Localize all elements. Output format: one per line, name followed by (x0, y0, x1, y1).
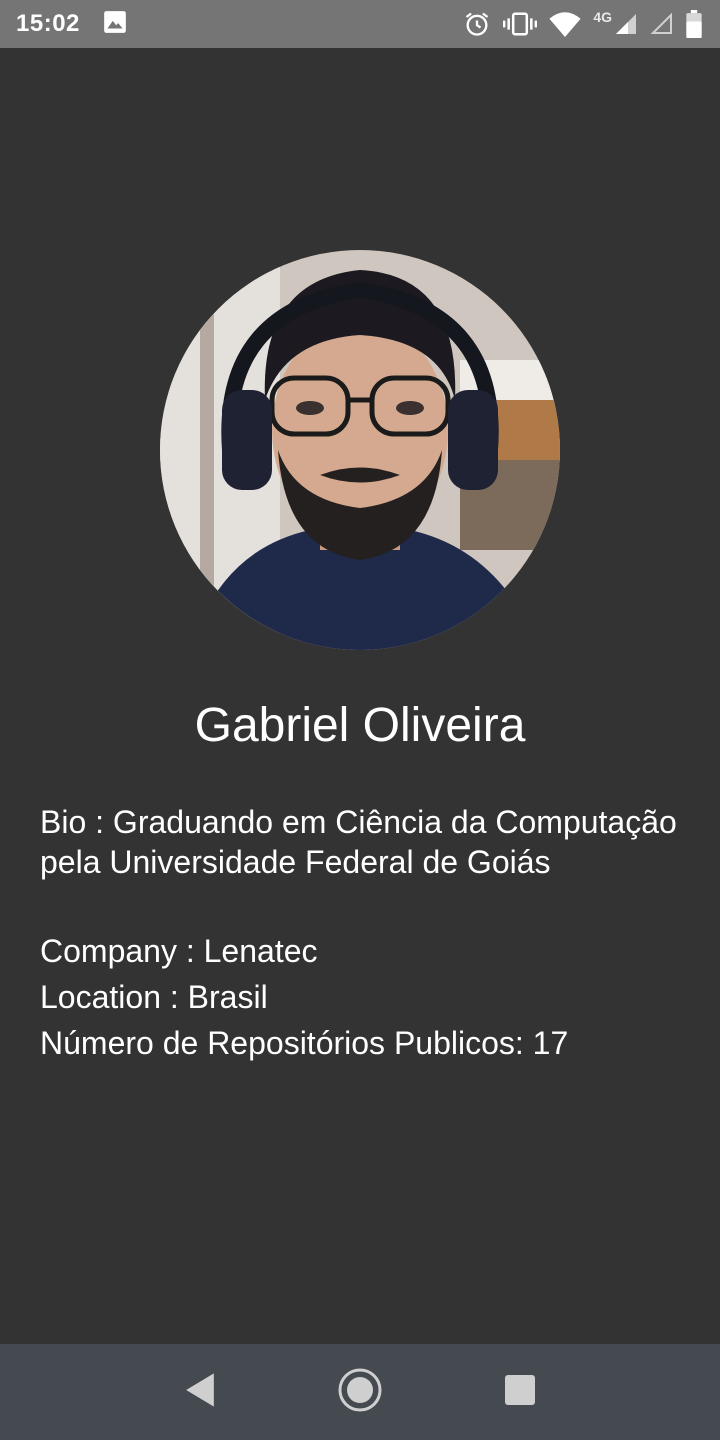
profile-name: Gabriel Oliveira (194, 699, 526, 752)
image-icon (102, 9, 128, 40)
bio: Bio : Graduando em Ciência da Computação… (40, 802, 680, 882)
status-left: 15:02 (16, 9, 128, 40)
screen: 15:02 4G Gabriel Oliveira Bio: Graduand… (0, 0, 720, 1440)
recents-icon (504, 1374, 536, 1411)
recents-button[interactable] (488, 1360, 552, 1424)
location-value: Brasil (187, 979, 268, 1015)
status-right: 4G (463, 9, 702, 38)
home-icon (337, 1367, 383, 1418)
public-repos-count: 17 (532, 1025, 569, 1061)
back-button[interactable] (168, 1360, 232, 1424)
bio-text: Graduando em Ciência da Computação pela … (40, 804, 677, 880)
location-label: Location : (40, 979, 188, 1015)
signal-empty-icon (650, 12, 674, 36)
location-row: Location : Brasil (40, 974, 680, 1020)
alarm-icon (463, 10, 491, 38)
company-label: Company : (40, 933, 204, 969)
battery-icon (686, 10, 702, 38)
wifi-icon (549, 11, 581, 37)
status-time: 15:02 (16, 10, 80, 37)
home-button[interactable] (328, 1360, 392, 1424)
public-repos-row: Número de Repositórios Publicos: 17 (40, 1020, 680, 1066)
profile-info: Bio : Graduando em Ciência da Computação… (40, 802, 680, 1066)
signal-icon (614, 12, 638, 36)
vibrate-icon (503, 10, 538, 38)
back-icon (183, 1372, 217, 1413)
profile-avatar (160, 250, 560, 650)
bio-label: Bio : (40, 804, 113, 840)
company-row: Company : Lenatec (40, 928, 680, 974)
profile-screen: Gabriel Oliveira Bio : Graduando em Ciên… (0, 48, 720, 1344)
status-bar: 15:02 4G (0, 0, 720, 48)
navigation-bar (0, 1344, 720, 1440)
public-repos-label: Número de Repositórios Publicos: (40, 1025, 533, 1061)
network-type-label: 4G (593, 9, 612, 25)
company-value: Lenatec (203, 933, 318, 969)
